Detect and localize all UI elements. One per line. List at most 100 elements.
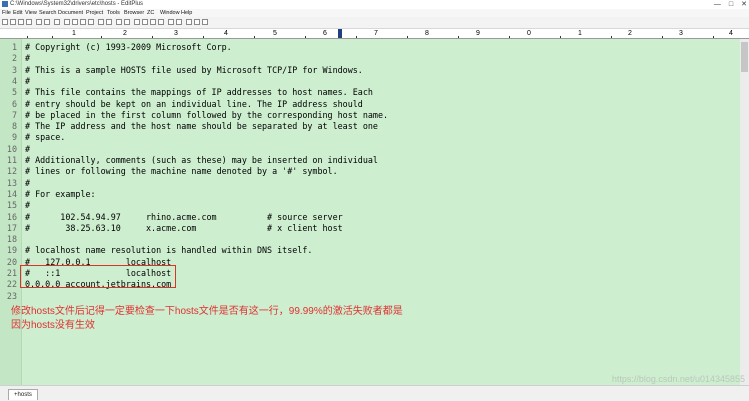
code-text: # lines or following the machine name de… [25, 166, 338, 177]
menu-document[interactable]: Document [58, 9, 83, 17]
ruler-label: 5 [273, 30, 277, 37]
spell-check-icon[interactable] [54, 19, 60, 25]
find-icon[interactable] [116, 19, 122, 25]
minimize-button[interactable]: — [714, 0, 721, 9]
menu-search[interactable]: Search [39, 9, 56, 17]
code-line[interactable]: 16 # 102.54.94.97 rhino.acme.com # source… [0, 212, 730, 223]
scrollbar-thumb[interactable] [741, 42, 748, 72]
code-text: # [25, 75, 31, 86]
delete-icon[interactable] [88, 19, 94, 25]
cut-icon[interactable] [64, 19, 70, 25]
menu-edit[interactable]: Edit [13, 9, 22, 17]
code-line[interactable]: 15 # [0, 200, 730, 211]
ruler-label: 7 [374, 30, 378, 37]
line-number: 23 [6, 290, 17, 301]
code-line[interactable]: 8 # The IP address and the host name shou… [0, 121, 730, 132]
code-line[interactable]: 10 # [0, 144, 730, 155]
annotation-line-1: 修改hosts文件后记得一定要检查一下hosts文件是否有这一行，99.99%的… [11, 306, 403, 317]
line-number: 11 [6, 155, 17, 165]
ruler-icon[interactable] [150, 19, 156, 25]
replace-icon[interactable] [124, 19, 130, 25]
code-line[interactable]: 23 [0, 291, 730, 302]
tab-label: hosts [17, 392, 32, 398]
menu-file[interactable]: File [2, 9, 11, 17]
window-title: C:\Windows\System32\drivers\etc\hosts - … [10, 1, 144, 7]
line-number: 21 [6, 268, 17, 278]
code-line[interactable]: 1 # Copyright (c) 1993-2009 Microsoft Cor… [0, 42, 730, 53]
line-number: 9 [11, 132, 17, 143]
menu-zc[interactable]: ZC [147, 9, 154, 17]
code-line[interactable]: 5 # This file contains the mappings of IP… [0, 87, 730, 98]
menu-window[interactable]: Window [160, 9, 180, 17]
menu-browser[interactable]: Browser [124, 9, 144, 17]
ruler-label: 8 [425, 30, 429, 37]
highlight-box [20, 265, 176, 288]
code-line[interactable]: 3 # This is a sample HOSTS file used by M… [0, 65, 730, 76]
line-number: 22 [6, 279, 17, 290]
code-text: # be placed in the first column followed… [25, 109, 389, 120]
code-text: # entry should be kept on an individual … [25, 98, 363, 109]
save-all-icon[interactable] [26, 19, 32, 25]
editplus-app-icon [2, 1, 8, 7]
new-file-icon[interactable] [2, 19, 8, 25]
ruler-label: 3 [679, 30, 683, 37]
code-line[interactable]: 14 # For example: [0, 189, 730, 200]
ruler-cursor-marker [338, 29, 342, 38]
line-number: 8 [11, 121, 17, 132]
code-line[interactable]: 18 [0, 234, 730, 245]
column-select-icon[interactable] [168, 19, 174, 25]
help-icon[interactable] [202, 19, 208, 25]
browser-icon[interactable] [134, 19, 140, 25]
ruler-label: 1 [578, 30, 582, 37]
redo-icon[interactable] [106, 19, 112, 25]
settings-icon[interactable] [194, 19, 200, 25]
tab-hosts[interactable]: +hosts [8, 389, 38, 400]
code-line[interactable]: 12 # lines or following the machine name … [0, 166, 730, 177]
title-bar: C:\Windows\System32\drivers\etc\hosts - … [0, 0, 749, 9]
copy-icon[interactable] [72, 19, 78, 25]
whitespace-icon[interactable] [176, 19, 182, 25]
code-text: # Copyright (c) 1993-2009 Microsoft Corp… [25, 42, 232, 52]
save-icon[interactable] [18, 19, 24, 25]
maximize-button[interactable]: □ [729, 0, 733, 9]
line-number: 14 [6, 188, 17, 199]
ruler-label: 2 [123, 30, 127, 37]
code-line[interactable]: 4 # [0, 76, 730, 87]
code-line[interactable]: 7 # be placed in the first column followe… [0, 110, 730, 121]
menu-tools[interactable]: Tools [107, 9, 120, 17]
line-number-icon[interactable] [158, 19, 164, 25]
vertical-scrollbar[interactable] [740, 39, 749, 385]
print-icon[interactable] [36, 19, 42, 25]
code-line[interactable]: 11 # Additionally, comments (such as thes… [0, 155, 730, 166]
line-number: 5 [11, 87, 17, 98]
code-line[interactable]: 19 # localhost name resolution is handled… [0, 245, 730, 256]
open-file-icon[interactable] [10, 19, 16, 25]
paste-icon[interactable] [80, 19, 86, 25]
code-line[interactable]: 17 # 38.25.63.10 x.acme.com # x client ho… [0, 223, 730, 234]
code-line[interactable]: 13 # [0, 178, 730, 189]
menu-view[interactable]: View [25, 9, 37, 17]
line-number: 17 [6, 222, 17, 233]
ruler: 1 2 3 4 5 6 7 8 9 0 1 2 3 4 [0, 29, 749, 39]
menu-help[interactable]: Help [181, 9, 192, 17]
text-editor[interactable]: 1 # Copyright (c) 1993-2009 Microsoft Cor… [0, 39, 740, 385]
code-line[interactable]: 6 # entry should be kept on an individual… [0, 99, 730, 110]
word-wrap-icon[interactable] [142, 19, 148, 25]
close-button[interactable]: ✕ [741, 0, 747, 9]
color-icon[interactable] [186, 19, 192, 25]
watermark-text: https://blog.csdn.net/u014345855 [611, 374, 745, 384]
line-number: 12 [6, 166, 17, 177]
code-text: # 102.54.94.97 rhino.acme.com # source s… [25, 211, 343, 222]
preview-icon[interactable] [44, 19, 50, 25]
menu-project[interactable]: Project [86, 9, 103, 17]
ruler-label: 3 [174, 30, 178, 37]
line-number: 13 [6, 177, 17, 188]
code-line[interactable]: 2 # [0, 53, 730, 64]
window-controls: — □ ✕ [714, 0, 747, 9]
code-line[interactable]: 9 # space. [0, 132, 730, 143]
code-text: # localhost name resolution is handled w… [25, 245, 313, 256]
undo-icon[interactable] [98, 19, 104, 25]
code-text: # [25, 143, 31, 154]
toolbar [0, 17, 749, 29]
ruler-label: 4 [729, 30, 733, 37]
